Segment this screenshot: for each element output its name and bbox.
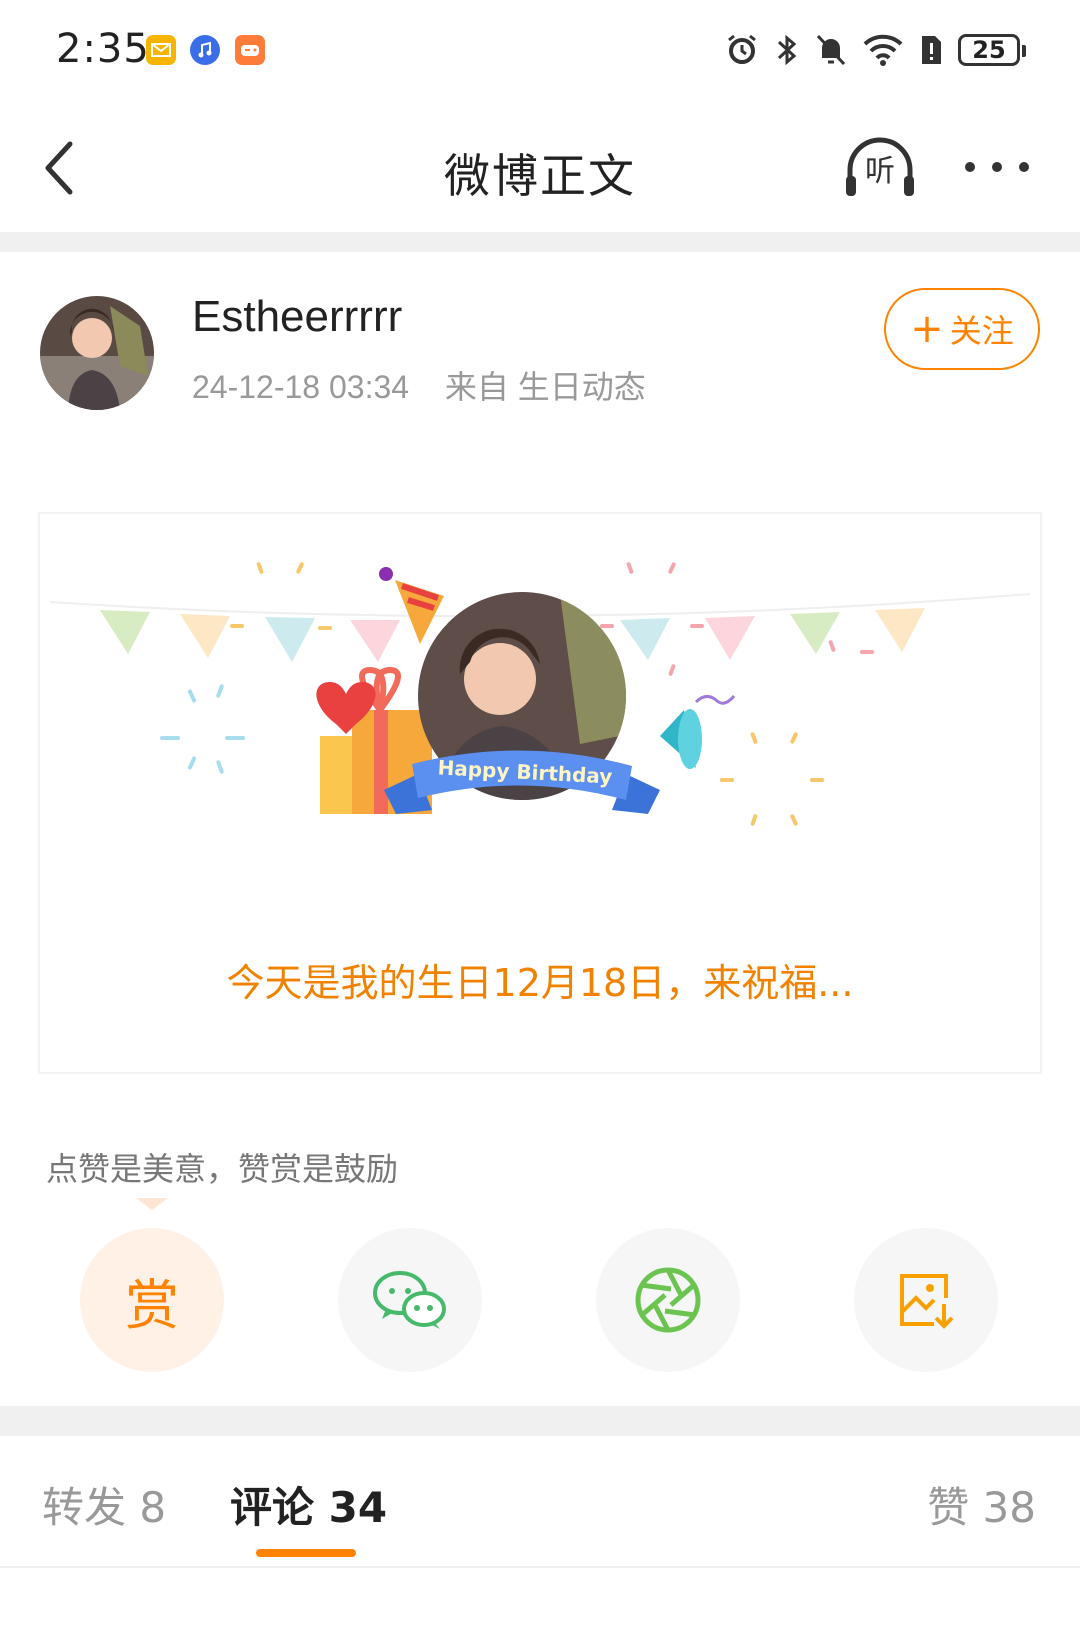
reward-label: 赏 [125,1273,179,1337]
listen-label: 听 [865,154,895,189]
game-icon [235,35,265,65]
card-caption: 今天是我的生日12月18日，来祝福... [226,961,854,1005]
reward-tip: 点赞是美意，赞赏是鼓励 [46,1150,399,1188]
status-bar: 2:35 25 [0,0,1080,100]
tip-pointer [136,1198,168,1210]
listen-button[interactable]: 听 [842,136,918,200]
wifi-icon [863,34,903,66]
author-name[interactable]: Estheerrrrr [192,292,402,342]
follow-label: 关注 [949,312,1014,350]
alarm-icon [728,34,756,64]
party-horn [660,695,736,769]
follow-button[interactable]: + 关注 [884,288,1040,370]
wechat-share-button[interactable] [338,1228,482,1372]
status-time: 2:35 [56,26,150,72]
section-divider [0,232,1080,252]
bluetooth-icon [777,34,797,66]
post-source[interactable]: 来自 生日动态 [445,369,646,405]
mute-icon [816,34,846,66]
plus-icon: + [910,306,944,352]
page-title: 微博正文 [444,149,636,203]
sim-alert-icon [922,36,941,64]
tab-likes[interactable]: 赞 38 [927,1474,1036,1535]
moments-icon [635,1267,701,1333]
tab-comments[interactable]: 评论 34 [230,1474,387,1535]
save-image-icon [900,1274,954,1329]
tab-divider [0,1566,1080,1568]
wechat-icon [373,1271,446,1329]
avatar[interactable] [40,296,154,410]
battery-indicator: 25 [958,34,1026,66]
status-right-group: 25 [724,30,1026,70]
tab-reposts[interactable]: 转发 8 [42,1474,166,1535]
post-meta: 24-12-18 03:34 来自 生日动态 [192,362,646,408]
music-icon [190,35,220,65]
mail-icon [146,35,176,65]
post-timestamp: 24-12-18 03:34 [192,369,410,405]
more-icon[interactable] [962,150,1032,184]
section-divider [0,1406,1080,1436]
save-image-button[interactable] [854,1228,998,1372]
moments-share-button[interactable] [596,1228,740,1372]
reward-button[interactable]: 赏 [80,1228,224,1372]
birthday-illustration [49,562,1031,826]
active-tab-indicator [256,1549,356,1557]
